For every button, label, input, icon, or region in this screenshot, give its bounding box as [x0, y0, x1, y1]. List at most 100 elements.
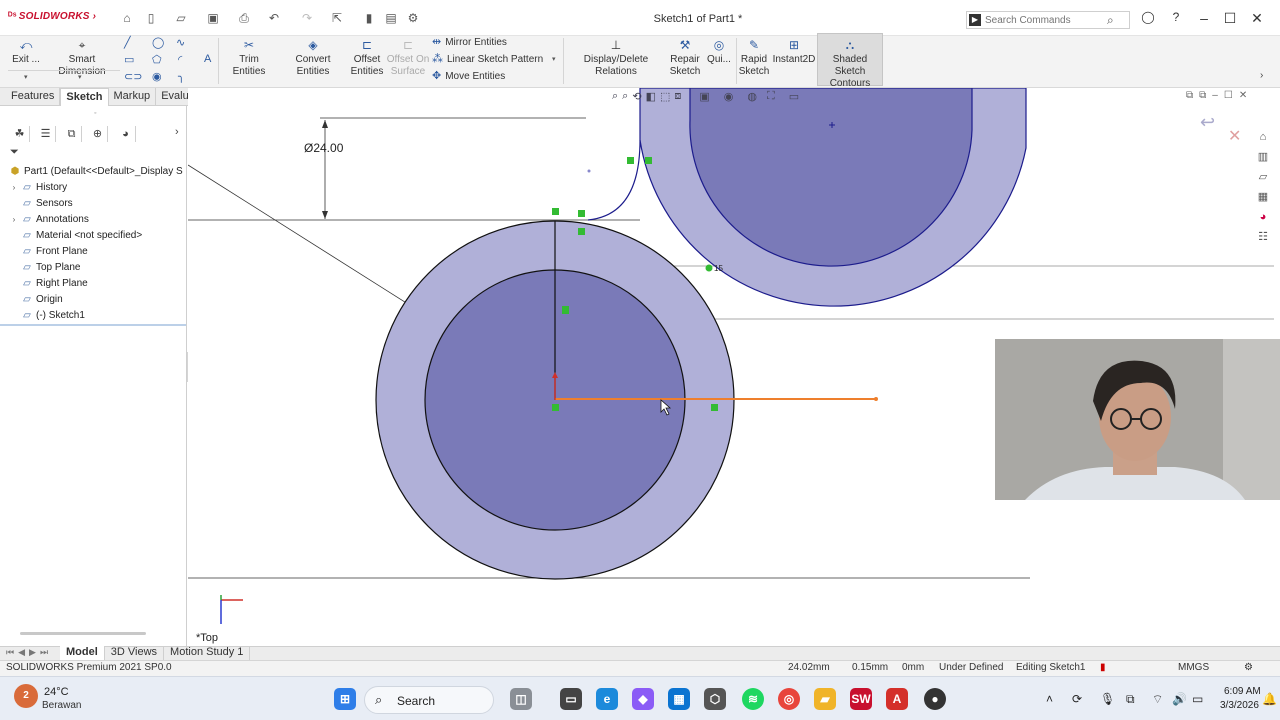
rapid-sketch-button[interactable]: ✎ Rapid Sketch [738, 38, 770, 78]
obs-recorder-icon[interactable]: ● [924, 688, 946, 710]
zoom-area-icon[interactable]: ⌕ [622, 90, 628, 104]
previous-view-icon[interactable]: ⟲ [632, 90, 641, 104]
apply-scene-icon[interactable]: ⛶ [767, 90, 775, 104]
app-icon[interactable]: ⬡ [704, 688, 726, 710]
last-tab-icon[interactable]: ⏭ [40, 647, 48, 658]
view-settings-icon[interactable]: ▭ [789, 90, 799, 104]
hide-show-items-icon[interactable]: ◉ [724, 90, 734, 104]
taskbar-search[interactable]: ⌕ Search [364, 686, 494, 714]
close-window-button[interactable]: ✕ [1249, 10, 1265, 27]
tree-item[interactable]: ▱ Right Plane [8, 276, 142, 292]
featuremanager-tree-icon[interactable]: ☘ [10, 126, 30, 142]
zoom-to-fit-icon[interactable]: ⌕ [612, 90, 618, 104]
tree-item[interactable]: › ▱ History [8, 180, 142, 196]
minimize-viewport-icon[interactable]: – [1212, 90, 1218, 101]
snap-point-icon[interactable] [705, 264, 713, 272]
bottom-tab-3d-views[interactable]: 3D Views [105, 646, 165, 660]
instant2d-button[interactable]: ⊞ Instant2D [772, 38, 816, 66]
exit-sketch-button[interactable]: ⤺ Exit ... [8, 38, 44, 66]
prev-tab-icon[interactable]: ◀ [18, 647, 25, 658]
view-orientation-icon[interactable]: ⧈ [674, 90, 681, 104]
display-style-icon[interactable]: ▣ [699, 90, 709, 104]
tree-item[interactable]: ▱ Origin [8, 292, 142, 308]
first-tab-icon[interactable]: ⏮ [6, 647, 14, 658]
offset-entities-button[interactable]: ⊏ Offset Entities [348, 38, 386, 78]
task-view-icon[interactable]: ◫ [510, 688, 532, 710]
search-icon[interactable]: ⌕ [1107, 13, 1114, 28]
restore-viewport-icon[interactable]: ⧉ [1186, 90, 1193, 101]
search-commands-input[interactable] [985, 13, 1105, 27]
battery-icon[interactable]: ▭ [1192, 692, 1203, 706]
tab-markup[interactable]: Markup [109, 88, 157, 106]
dynamic-annotation-icon[interactable]: ⬚ [660, 90, 670, 104]
volume-icon[interactable]: 🔊 [1172, 692, 1187, 706]
polygon-icon[interactable]: ⬠ [152, 53, 162, 66]
dimxpert-icon[interactable]: ⊕ [88, 126, 108, 142]
wifi-icon[interactable]: ⌔ [1152, 692, 1163, 707]
slot-icon[interactable]: ⊂⊃ [124, 70, 142, 83]
vertical-relation-icon[interactable] [562, 306, 569, 314]
configurationmanager-icon[interactable]: ⧉ [62, 126, 82, 142]
shaded-sketch-contours-button[interactable]: ⛬ Shaded Sketch Contours [817, 33, 883, 89]
chrome-icon[interactable]: ◎ [778, 688, 800, 710]
tab-sketch[interactable]: Sketch [60, 88, 109, 106]
widgets-icon[interactable]: ▭ [560, 688, 582, 710]
copilot-icon[interactable]: ◆ [632, 688, 654, 710]
tile-viewport-icon[interactable]: ⧉ [1199, 90, 1206, 101]
spline-icon[interactable]: ∿ [176, 36, 185, 49]
solidworks-resources-icon[interactable]: ⌂ [1256, 130, 1270, 144]
move-entities-button[interactable]: ✥ Move Entities [432, 69, 505, 84]
coincident-relation-icon[interactable] [578, 228, 585, 235]
repair-sketch-button[interactable]: ⚒ Repair Sketch [668, 38, 702, 78]
tree-root-part[interactable]: ⬢ Part1 (Default<<Default>_Display S [8, 164, 183, 180]
exit-sketch-confirm-icon[interactable]: ↩ [1200, 112, 1215, 133]
tangent-relation-icon[interactable] [645, 157, 652, 164]
minimize-button[interactable]: – [1196, 10, 1212, 26]
microphone-icon[interactable]: 🎙 [1100, 692, 1115, 706]
tree-scrollbar[interactable] [20, 632, 146, 635]
panel-expand-arrow-icon[interactable]: › [175, 126, 179, 138]
solidworks-taskbar-icon[interactable]: SW [850, 688, 872, 710]
dropdown-arrow-icon[interactable]: ▾ [24, 73, 28, 81]
horizontal-relation-icon[interactable] [711, 404, 718, 411]
rectangle-icon[interactable]: ▭ [124, 53, 134, 66]
dropdown-arrow-icon[interactable]: ▾ [78, 73, 82, 81]
line-endpoint[interactable] [874, 397, 878, 401]
user-account-icon[interactable]: ◯ [1140, 10, 1156, 24]
offset-on-surface-button[interactable]: ⊏ Offset On Surface [386, 38, 430, 78]
acrobat-icon[interactable]: A [886, 688, 908, 710]
linear-pattern-button[interactable]: ⁂ Linear Sketch Pattern [432, 52, 543, 67]
notifications-icon[interactable]: 🔔 [1262, 692, 1277, 706]
clock-date[interactable]: 3/3/2026 [1220, 700, 1259, 711]
propertymanager-icon[interactable]: ☰ [36, 126, 56, 142]
edit-appearance-icon[interactable]: ◍ [747, 90, 757, 104]
windows-start-icon[interactable]: ⊞ [334, 688, 356, 710]
diameter-dimension[interactable]: Ø24.00 [304, 141, 343, 155]
display-delete-relations-button[interactable]: ⊥ Display/Delete Relations [566, 38, 666, 78]
sync-icon[interactable]: ⟳ [1072, 692, 1082, 706]
tangent-relation-icon[interactable] [578, 210, 585, 217]
fillet-icon[interactable]: ╮ [178, 70, 185, 83]
fillet-arc[interactable] [587, 139, 641, 221]
point-icon[interactable]: ◉ [152, 70, 162, 83]
tree-item[interactable]: ▱ Sensors [8, 196, 142, 212]
view-palette-icon[interactable]: ▦ [1256, 190, 1270, 204]
microsoft-store-icon[interactable]: ▦ [668, 688, 690, 710]
file-explorer-icon[interactable]: ▱ [1256, 170, 1270, 184]
circle-icon[interactable]: ◯ [152, 36, 164, 49]
bottom-tab-motion-study-1[interactable]: Motion Study 1 [164, 646, 251, 660]
tree-item[interactable]: ▱ Front Plane [8, 244, 142, 260]
mirror-entities-button[interactable]: ⇹ Mirror Entities [432, 35, 507, 50]
edge-browser-icon[interactable]: e [596, 688, 618, 710]
custom-properties-icon[interactable]: ☷ [1256, 230, 1270, 244]
unit-system[interactable]: MMGS [1178, 662, 1209, 673]
maximize-button[interactable]: ☐ [1222, 10, 1238, 27]
cancel-sketch-icon[interactable]: ✕ [1228, 126, 1241, 146]
coincident-relation-icon[interactable] [552, 208, 559, 215]
arc-icon[interactable]: ◜ [178, 53, 182, 66]
screen-capture-icon[interactable]: ⧉ [1126, 692, 1135, 707]
close-viewport-icon[interactable]: ✕ [1239, 90, 1247, 101]
maximize-viewport-icon[interactable]: ☐ [1224, 90, 1233, 101]
text-icon[interactable]: A [204, 53, 211, 65]
file-explorer-icon[interactable]: ▰ [814, 688, 836, 710]
